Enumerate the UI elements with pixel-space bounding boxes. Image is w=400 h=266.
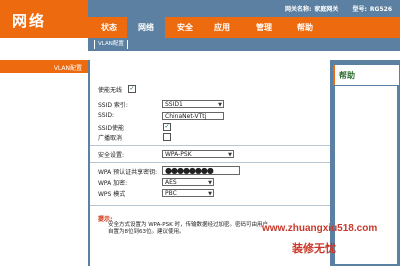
chevron-down-icon: ▼	[208, 180, 212, 186]
section-divider	[90, 162, 330, 163]
enable-wireless-checkbox[interactable]: ✓	[128, 85, 136, 93]
ssid-index-value: SSID1	[165, 101, 183, 108]
tab-status[interactable]: 状态	[92, 17, 126, 38]
security-select[interactable]: WPA-PSK ▼	[162, 150, 234, 158]
sidebar-header: VLAN配置	[0, 60, 88, 73]
wps-mode-label: WPS 模式	[98, 191, 126, 198]
tab-security[interactable]: 安全	[166, 17, 204, 38]
ssid-enable-checkbox[interactable]: ✓	[163, 123, 171, 131]
chevron-down-icon: ▼	[208, 191, 212, 197]
sub-menu: VLAN配置	[88, 38, 400, 51]
ssid-label: SSID:	[98, 112, 115, 119]
gateway-info: 网关名称: 家庭网关 型号: RG526	[282, 4, 392, 13]
gateway-value: 家庭网关	[314, 6, 339, 13]
wpa-encrypt-value: AES	[165, 179, 177, 186]
chevron-down-icon: ▼	[218, 102, 222, 108]
wpa-encrypt-label: WPA 加密:	[98, 180, 128, 187]
enable-wireless-label: 使能无线	[98, 87, 123, 94]
help-title: 帮助	[339, 71, 355, 80]
help-header: 帮助	[333, 65, 399, 85]
wpa-encrypt-select[interactable]: AES ▼	[162, 178, 214, 186]
top-info-bar: 网关名称: 家庭网关 型号: RG526	[88, 0, 400, 17]
tab-network[interactable]: 网络	[127, 17, 165, 38]
main-content: 使能无线 ✓ SSID 索引: SSID1 ▼ SSID: ChinaNet-V…	[90, 60, 330, 266]
watermark-name: 装修无忧	[292, 242, 336, 255]
main-menu: 状态 网络 安全 应用 管理 帮助	[88, 17, 400, 38]
ssid-input[interactable]: ChinaNet-VTtj	[162, 112, 224, 120]
watermark-url: www.zhuangxiu518.com	[262, 223, 378, 234]
ssid-index-select[interactable]: SSID1 ▼	[162, 100, 224, 108]
security-label: 安全设置:	[98, 152, 125, 159]
subtab-vlan[interactable]: VLAN配置	[94, 40, 128, 49]
model-label: 型号:	[352, 6, 367, 13]
tab-management[interactable]: 管理	[245, 17, 283, 38]
help-panel: 帮助	[330, 60, 400, 266]
sidebar-title: VLAN配置	[53, 65, 82, 72]
brand-logo: 网络	[12, 12, 47, 30]
wpa-key-label: WPA 预认证共享密钥:	[98, 169, 158, 176]
wps-mode-select[interactable]: PBC ▼	[162, 189, 214, 197]
section-divider	[90, 205, 330, 206]
ssid-index-label: SSID 索引:	[98, 102, 128, 109]
security-value: WPA-PSK	[165, 151, 192, 158]
section-divider	[90, 145, 330, 146]
brand-spacer	[0, 38, 88, 60]
tips-text: 安全方式设置为 WPA-PSK 时，传输数据经过加密。密码可由用户自置为8位到6…	[108, 222, 268, 235]
gateway-label: 网关名称:	[285, 6, 312, 13]
tab-help[interactable]: 帮助	[286, 17, 324, 38]
chevron-down-icon: ▼	[228, 152, 232, 158]
broadcast-cancel-label: 广播取消	[98, 135, 123, 142]
wpa-key-input[interactable]: ●●●●●●●●	[162, 166, 240, 175]
help-body	[335, 86, 397, 264]
ssid-enable-label: SSID使能	[98, 125, 125, 132]
model-value: RG526	[369, 6, 392, 13]
sidebar: VLAN配置	[0, 60, 90, 266]
tab-application[interactable]: 应用	[203, 17, 241, 38]
wps-mode-value: PBC	[165, 190, 177, 197]
brand-area: 网络	[0, 0, 88, 38]
broadcast-cancel-checkbox[interactable]	[163, 133, 171, 141]
